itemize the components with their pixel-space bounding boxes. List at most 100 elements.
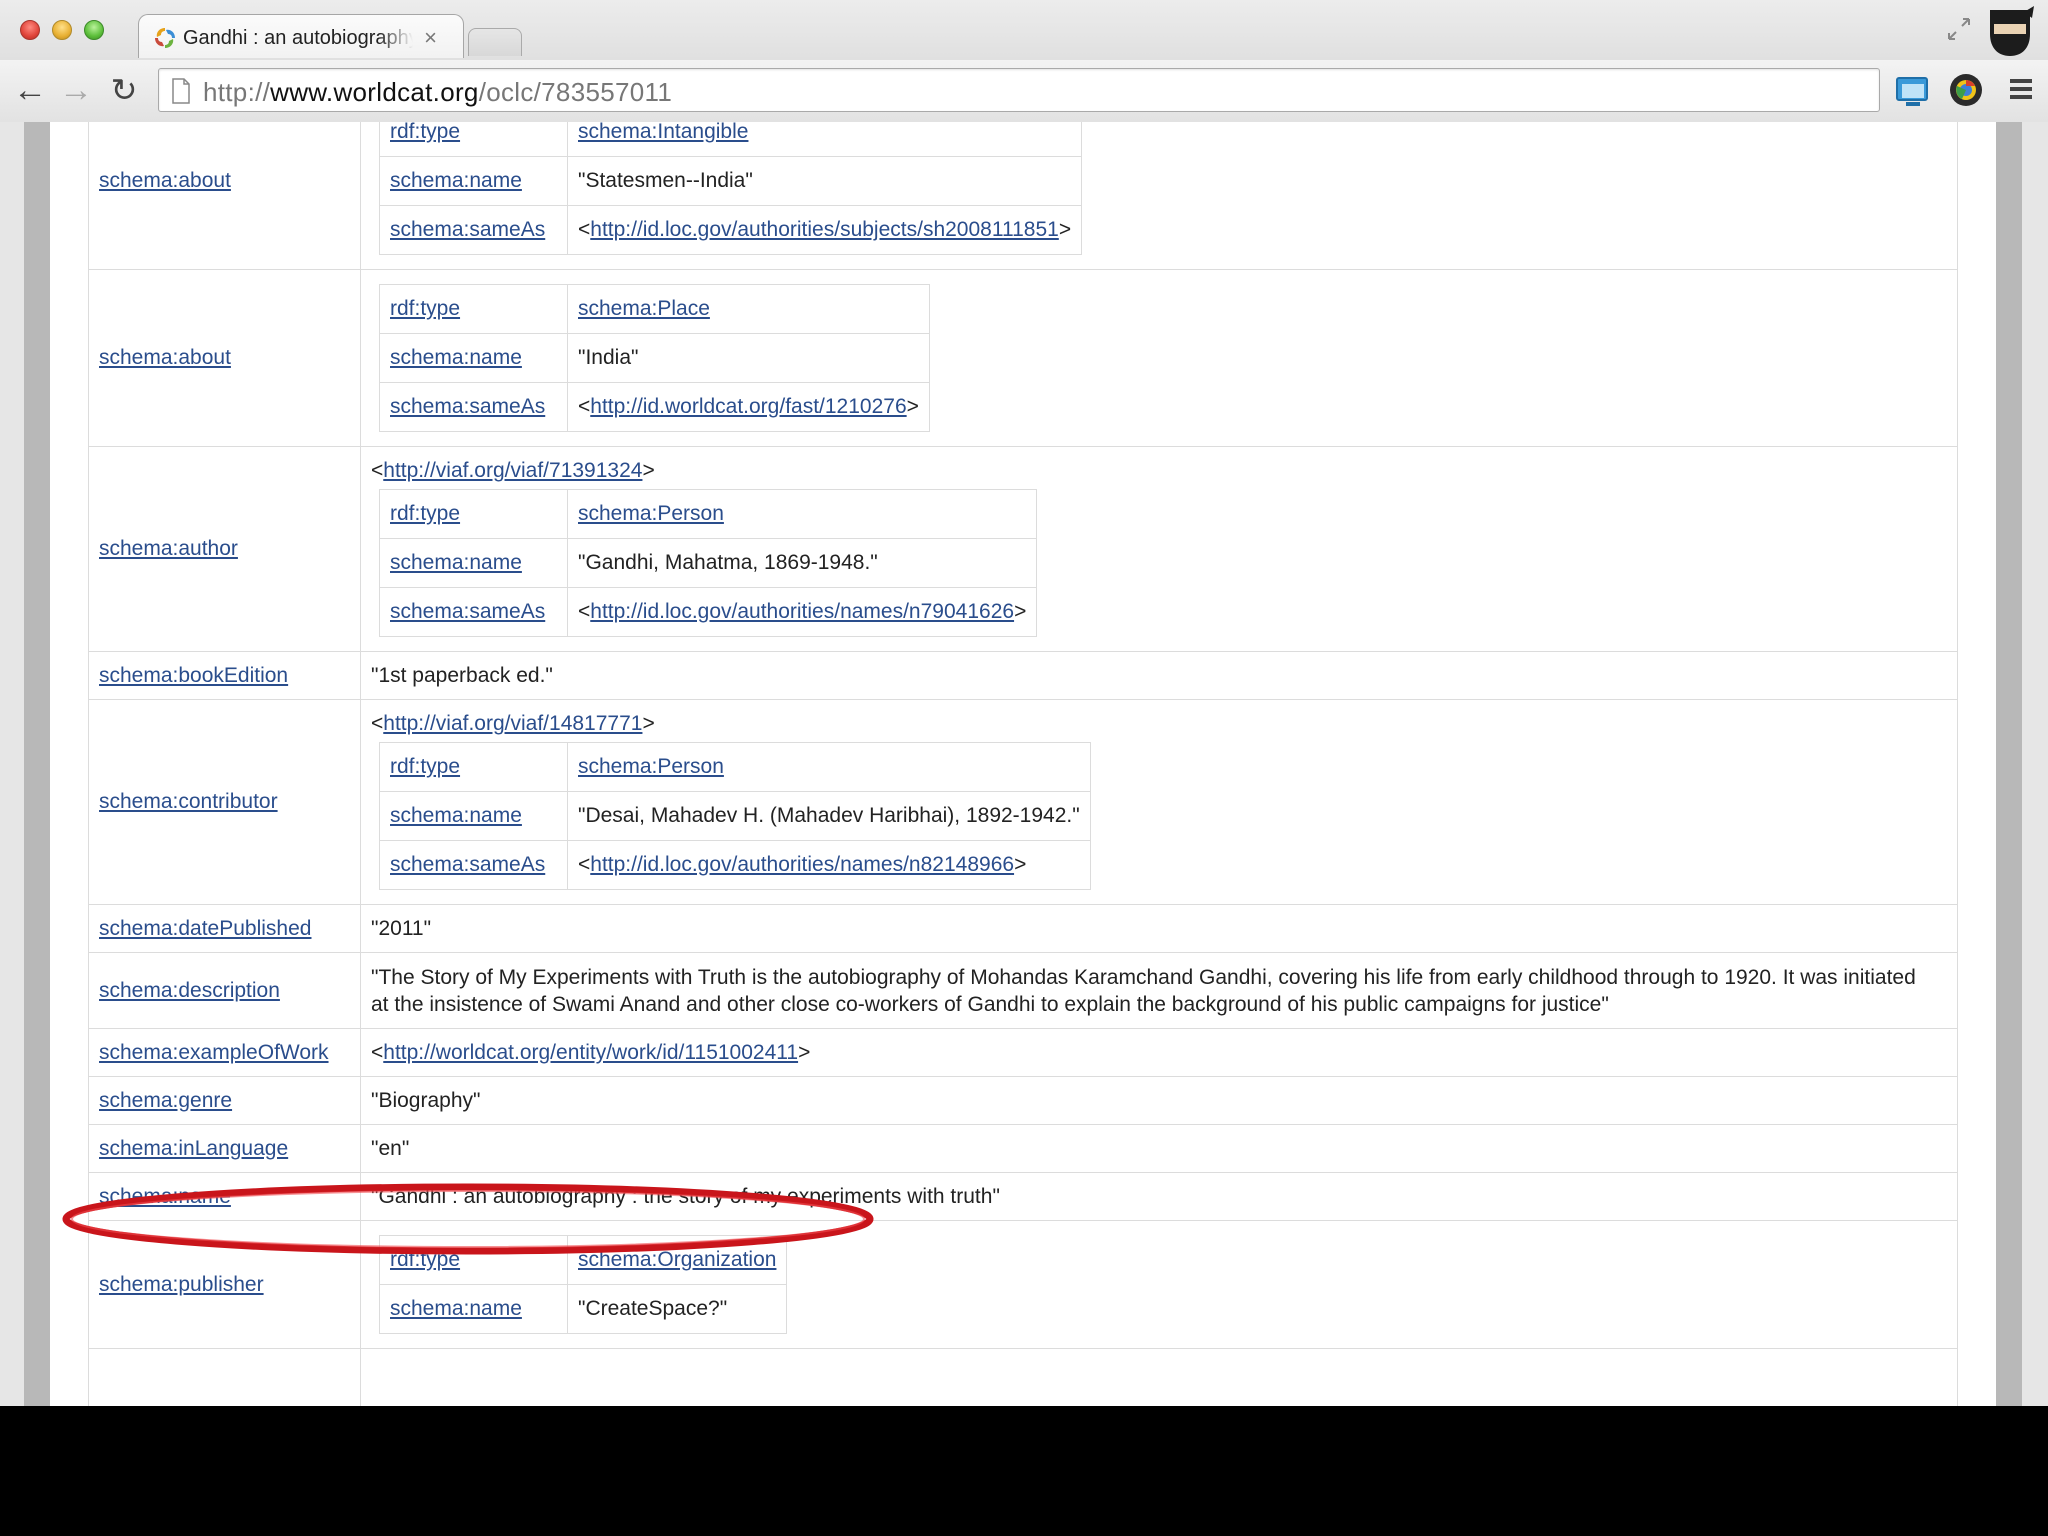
viaf-uri-link[interactable]: http://viaf.org/viaf/14817771 [383, 712, 642, 735]
nested-value-text: "Statesmen--India" [578, 169, 753, 192]
nested-key-link[interactable]: schema:name [390, 1297, 522, 1320]
nested-value-cell: schema:Organization [566, 1235, 788, 1285]
uri-value: <http://worldcat.org/entity/work/id/1151… [371, 1040, 811, 1064]
nested-row: schema:sameAs <http://id.worldcat.org/fas… [379, 382, 930, 432]
nested-value-cell: "Desai, Mahadev H. (Mahadev Haribhai), 1… [567, 791, 1091, 841]
nested-row: schema:name "Statesmen--India" [379, 156, 1083, 206]
same-as-uri-link[interactable]: http://id.loc.gov/authorities/subjects/s… [590, 218, 1059, 241]
nested-key-link[interactable]: schema:name [390, 346, 522, 369]
new-tab-button[interactable] [468, 28, 522, 56]
property-key-link[interactable]: schema:name [99, 1185, 231, 1208]
nested-key-link[interactable]: rdf:type [390, 502, 460, 525]
work-uri-link[interactable]: http://worldcat.org/entity/work/id/11510… [383, 1041, 798, 1064]
fullscreen-icon[interactable] [1946, 16, 1972, 42]
nested-key-link[interactable]: schema:name [390, 551, 522, 574]
nested-entity-table: rdf:type schema:Place schema:name "India" sc… [379, 284, 930, 432]
property-key-link[interactable]: schema:datePublished [99, 917, 311, 940]
nested-value-cell: <http://id.loc.gov/authorities/names/n79… [566, 587, 1038, 637]
nested-value-cell: <http://id.worldcat.org/fast/1210276> [567, 382, 930, 432]
nested-row: schema:name "India" [379, 333, 930, 383]
same-as-uri-link[interactable]: http://id.loc.gov/authorities/names/n790… [590, 600, 1014, 623]
profile-avatar-icon[interactable] [1984, 4, 2036, 60]
nested-key-link[interactable]: schema:sameAs [390, 600, 545, 623]
url-scheme: http:// [203, 77, 271, 107]
forward-arrow-icon[interactable]: → [56, 70, 96, 110]
property-row: schema:description "The Story of My Exper… [88, 952, 1958, 1029]
property-key-cell: schema:description [88, 952, 361, 1029]
menu-hamburger-icon[interactable] [2006, 74, 2036, 104]
property-value-cell: "1st paperback ed." [360, 651, 1958, 700]
viaf-uri-link[interactable]: http://viaf.org/viaf/71391324 [383, 459, 642, 482]
close-window-button[interactable] [20, 20, 40, 40]
property-value-text: "Biography" [371, 1088, 481, 1112]
nested-value-cell: "CreateSpace?" [566, 1284, 788, 1334]
property-key-cell: schema:about [88, 122, 361, 270]
page-border-right [1996, 122, 2022, 1406]
nested-key-link[interactable]: rdf:type [390, 122, 460, 143]
property-key-cell [88, 1348, 361, 1406]
nested-value-text: "Desai, Mahadev H. (Mahadev Haribhai), 1… [578, 804, 1080, 827]
chrome-extension-icon[interactable] [1948, 72, 1984, 108]
nested-value-cell: "India" [567, 333, 930, 383]
nested-value-link[interactable]: schema:Person [578, 502, 724, 525]
property-value-text: "en" [371, 1136, 410, 1160]
property-value-text: "1st paperback ed." [371, 663, 553, 687]
property-key-link[interactable]: schema:publisher [99, 1273, 264, 1296]
page-viewport[interactable]: schema:about rdf:type schema:Intangible sch… [0, 122, 2048, 1406]
tab-close-icon[interactable]: × [424, 25, 437, 51]
nested-value-text: "Gandhi, Mahatma, 1869-1948." [578, 551, 878, 574]
minimize-window-button[interactable] [52, 20, 72, 40]
nested-value-link[interactable]: schema:Intangible [578, 122, 748, 143]
nested-value-cell: schema:Person [566, 489, 1038, 539]
nested-key-link[interactable]: rdf:type [390, 297, 460, 320]
same-as-uri-link[interactable]: http://id.worldcat.org/fast/1210276 [590, 395, 906, 418]
nested-row: schema:name "Desai, Mahadev H. (Mahadev H… [379, 791, 1091, 841]
back-arrow-icon[interactable]: ← [10, 70, 50, 110]
nested-value-link[interactable]: schema:Organization [578, 1248, 776, 1271]
browser-tab-active[interactable]: Gandhi : an autobiography : the story of… [138, 14, 464, 58]
nested-key-link[interactable]: schema:name [390, 804, 522, 827]
nested-key-link[interactable]: schema:sameAs [390, 218, 545, 241]
property-value-cell: <http://viaf.org/viaf/71391324> rdf:type s… [360, 446, 1958, 652]
property-key-cell: schema:bookEdition [88, 651, 361, 700]
property-key-link[interactable]: schema:description [99, 979, 280, 1002]
property-key-link[interactable]: schema:bookEdition [99, 664, 288, 687]
address-bar[interactable]: http://www.worldcat.org/oclc/783557011 [158, 68, 1880, 112]
property-key-link[interactable]: schema:about [99, 346, 231, 369]
property-key-link[interactable]: schema:about [99, 169, 231, 192]
property-value-cell: rdf:type schema:Organization schema:name "C… [360, 1220, 1958, 1349]
nested-row: rdf:type schema:Person [379, 489, 1038, 539]
property-value-text: "2011" [371, 916, 432, 940]
entity-uri: <http://viaf.org/viaf/71391324> [371, 459, 655, 482]
nested-key-cell: rdf:type [379, 284, 568, 334]
property-key-link[interactable]: schema:author [99, 537, 238, 560]
property-key-link[interactable]: schema:genre [99, 1089, 232, 1112]
entity-uri: <http://viaf.org/viaf/14817771> [371, 712, 655, 735]
nested-key-link[interactable]: rdf:type [390, 755, 460, 778]
nested-key-cell: rdf:type [379, 489, 568, 539]
nested-entity-table: rdf:type schema:Organization schema:name "C… [379, 1235, 788, 1334]
reload-icon[interactable]: ↻ [104, 70, 144, 110]
url-text[interactable]: http://www.worldcat.org/oclc/783557011 [203, 77, 672, 108]
property-key-link[interactable]: schema:inLanguage [99, 1137, 288, 1160]
zoom-window-button[interactable] [84, 20, 104, 40]
cast-extension-icon[interactable] [1894, 72, 1932, 110]
nested-row: rdf:type schema:Person [379, 742, 1091, 792]
property-row: schema:datePublished "2011" [88, 904, 1958, 953]
same-as-uri-link[interactable]: http://id.loc.gov/authorities/names/n821… [590, 853, 1014, 876]
nested-value-link[interactable]: schema:Place [578, 297, 710, 320]
page-document-icon [172, 78, 190, 104]
property-key-cell: schema:contributor [88, 699, 361, 905]
nested-key-link[interactable]: schema:name [390, 169, 522, 192]
nested-entity-table: rdf:type schema:Person schema:name "Desai, … [379, 742, 1091, 890]
nested-key-link[interactable]: schema:sameAs [390, 395, 545, 418]
property-value-cell: <http://worldcat.org/entity/work/id/1151… [360, 1028, 1958, 1077]
property-row: schema:inLanguage "en" [88, 1124, 1958, 1173]
nested-row: rdf:type schema:Intangible [379, 122, 1083, 157]
property-key-link[interactable]: schema:exampleOfWork [99, 1041, 329, 1064]
nested-key-cell: schema:sameAs [379, 840, 568, 890]
nested-key-link[interactable]: schema:sameAs [390, 853, 545, 876]
property-key-link[interactable]: schema:contributor [99, 790, 278, 813]
nested-value-link[interactable]: schema:Person [578, 755, 724, 778]
nested-key-link[interactable]: rdf:type [390, 1248, 460, 1271]
